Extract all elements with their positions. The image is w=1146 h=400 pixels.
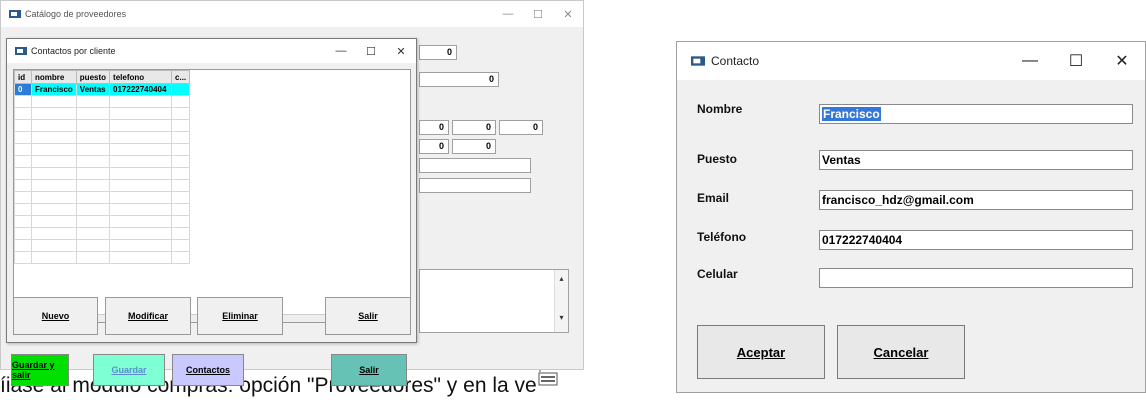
- nombre-value: Francisco: [822, 107, 881, 121]
- maximize-icon[interactable]: ☐: [356, 45, 386, 58]
- telefono-label: Teléfono: [697, 230, 747, 244]
- table-row[interactable]: [14, 119, 191, 132]
- table-row[interactable]: [14, 167, 191, 180]
- table-row[interactable]: [14, 155, 191, 168]
- aceptar-button[interactable]: Aceptar: [697, 325, 825, 379]
- modificar-button[interactable]: Modificar: [105, 297, 191, 335]
- close-icon[interactable]: ✕: [553, 8, 583, 21]
- col-header-puesto[interactable]: puesto: [75, 70, 111, 84]
- table-row[interactable]: [14, 191, 191, 204]
- contacto-window-title: Contacto: [711, 54, 760, 68]
- table-row[interactable]: [14, 107, 191, 120]
- puesto-label: Puesto: [697, 152, 738, 166]
- contactos-window-title: Contactos por cliente: [31, 46, 116, 56]
- cancelar-button[interactable]: Cancelar: [837, 325, 965, 379]
- eliminar-button[interactable]: Eliminar: [197, 297, 283, 335]
- col-header-c[interactable]: c...: [171, 70, 191, 84]
- contacts-grid[interactable]: id nombre puesto telefono c... 0 Francis…: [13, 69, 411, 323]
- grid-header-row: id nombre puesto telefono c...: [14, 70, 191, 84]
- app-icon: [691, 56, 705, 66]
- field-4[interactable]: 0: [452, 120, 496, 135]
- close-icon[interactable]: ✕: [1099, 51, 1145, 71]
- close-icon[interactable]: ✕: [386, 45, 416, 58]
- table-row[interactable]: [14, 143, 191, 156]
- field-7[interactable]: 0: [452, 139, 496, 154]
- salir-contactos-button[interactable]: Salir: [325, 297, 411, 335]
- cell-nombre[interactable]: Francisco: [31, 83, 77, 96]
- table-row[interactable]: [14, 95, 191, 108]
- cell-id[interactable]: 0: [14, 83, 32, 96]
- nombre-field[interactable]: Francisco: [819, 104, 1133, 124]
- scroll-up-icon[interactable]: ▴: [555, 274, 568, 283]
- contactos-titlebar: Contactos por cliente — ☐ ✕: [7, 39, 416, 63]
- contactos-button[interactable]: Contactos: [172, 354, 244, 386]
- nuevo-label: Nuevo: [41, 311, 70, 321]
- telefono-field[interactable]: 017222740404: [819, 230, 1133, 250]
- col-header-telefono[interactable]: telefono: [109, 70, 173, 84]
- salir-label: Salir: [358, 311, 378, 321]
- table-row[interactable]: [14, 215, 191, 228]
- salir-main-button[interactable]: Salir: [331, 354, 407, 386]
- col-header-nombre[interactable]: nombre: [31, 70, 77, 84]
- email-field[interactable]: francisco_hdz@gmail.com: [819, 190, 1133, 210]
- email-label: Email: [697, 191, 730, 205]
- contacto-window: Contacto — ☐ ✕ Nombre Francisco Puesto V…: [676, 41, 1146, 393]
- main-window-title: Catálogo de proveedores: [25, 9, 127, 19]
- table-row[interactable]: 0 Francisco Ventas 017222740404: [14, 83, 191, 96]
- memo-scrollbar[interactable]: ▴ ▾: [554, 270, 568, 332]
- minimize-icon[interactable]: —: [326, 45, 356, 57]
- guardar-y-salir-button[interactable]: Guardar y salir: [11, 354, 69, 386]
- celular-field[interactable]: [819, 268, 1133, 288]
- col-header-id[interactable]: id: [14, 70, 32, 84]
- celular-label: Celular: [697, 267, 738, 281]
- cancelar-label: Cancelar: [873, 344, 929, 360]
- field-6[interactable]: 0: [419, 139, 449, 154]
- table-row[interactable]: [14, 251, 191, 264]
- minimize-icon[interactable]: —: [1007, 52, 1053, 70]
- maximize-icon[interactable]: ☐: [523, 8, 553, 21]
- notes-memo[interactable]: ▴ ▾: [419, 269, 569, 333]
- table-row[interactable]: [14, 179, 191, 192]
- table-row[interactable]: [14, 239, 191, 252]
- maximize-icon[interactable]: ☐: [1053, 51, 1099, 71]
- minimize-icon[interactable]: —: [493, 8, 523, 20]
- puesto-field[interactable]: Ventas: [819, 150, 1133, 170]
- field-5[interactable]: 0: [499, 120, 543, 135]
- field-2[interactable]: 0: [419, 72, 499, 87]
- nombre-label: Nombre: [697, 102, 743, 116]
- modificar-label: Modificar: [127, 311, 168, 321]
- field-8[interactable]: [419, 158, 531, 173]
- aceptar-label: Aceptar: [736, 344, 786, 360]
- field-3[interactable]: 0: [419, 120, 449, 135]
- main-titlebar: Catálogo de proveedores — ☐ ✕: [1, 1, 583, 27]
- guardar-button[interactable]: Guardar: [93, 354, 165, 386]
- contacto-titlebar: Contacto — ☐ ✕: [677, 42, 1145, 80]
- cell-c[interactable]: [171, 83, 191, 96]
- table-row[interactable]: [14, 203, 191, 216]
- doc-text-line: íiase al módulo compras: opción "Proveed…: [0, 374, 537, 397]
- app-icon: [9, 10, 21, 18]
- cell-telefono[interactable]: 017222740404: [109, 83, 173, 96]
- contactos-por-cliente-window: Contactos por cliente — ☐ ✕ id nombre pu…: [6, 38, 417, 343]
- app-icon: [15, 47, 27, 55]
- scroll-down-icon[interactable]: ▾: [555, 313, 568, 322]
- field-9[interactable]: [419, 178, 531, 193]
- eliminar-label: Eliminar: [222, 311, 258, 321]
- table-row[interactable]: [14, 131, 191, 144]
- table-row[interactable]: [14, 227, 191, 240]
- nuevo-button[interactable]: Nuevo: [13, 297, 98, 335]
- field-1[interactable]: 0: [419, 45, 457, 60]
- cell-puesto[interactable]: Ventas: [75, 83, 111, 96]
- contacts-table: id nombre puesto telefono c... 0 Francis…: [14, 70, 191, 264]
